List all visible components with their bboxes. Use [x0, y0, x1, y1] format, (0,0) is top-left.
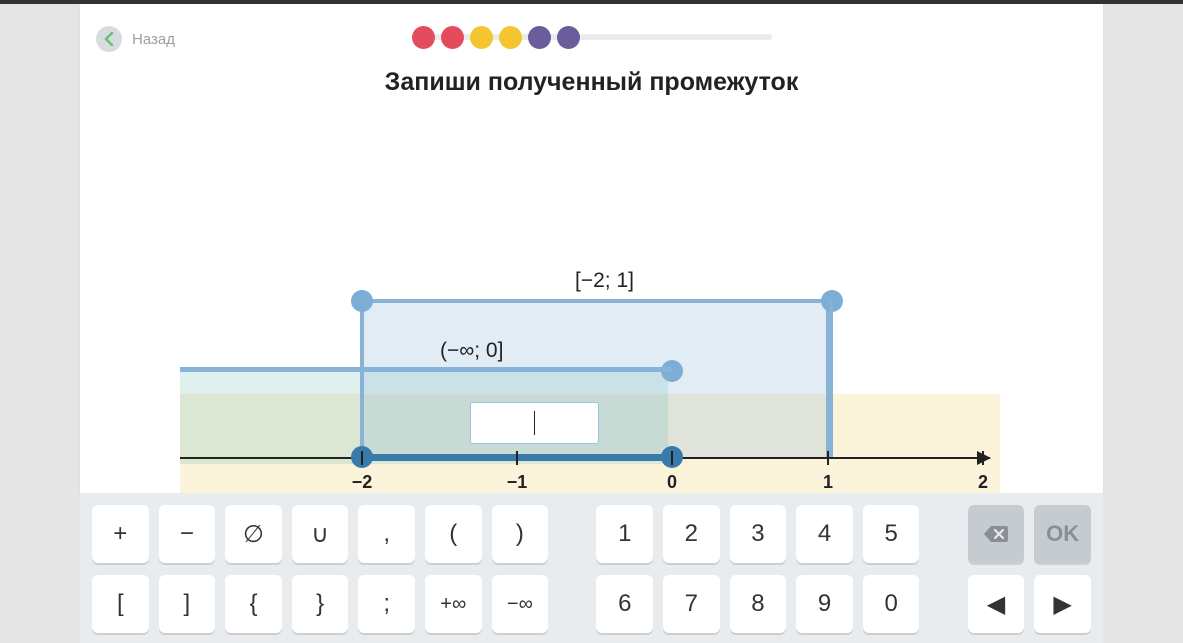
key-semicolon[interactable]: ; [358, 575, 415, 633]
axis-tick [827, 451, 829, 465]
progress-dot [557, 26, 580, 49]
key-minus[interactable]: − [159, 505, 216, 563]
axis-tick [671, 451, 673, 465]
keyboard-row-2: [ ] { } ; +∞ −∞ 6 7 8 9 0 ◀ ▶ [92, 575, 1091, 633]
axis-tick [361, 451, 363, 465]
number-line-diagram: [−2; 1] (−∞; 0] −2 −1 0 1 2 [180, 264, 1000, 494]
progress-dot [528, 26, 551, 49]
tick-label: −1 [507, 472, 528, 493]
answer-input[interactable] [470, 402, 599, 444]
progress-dot [470, 26, 493, 49]
key-plus[interactable]: + [92, 505, 149, 563]
key-lbracket[interactable]: [ [92, 575, 149, 633]
key-1[interactable]: 1 [596, 505, 653, 563]
ray-line [180, 367, 672, 372]
key-backspace[interactable] [968, 505, 1025, 563]
key-8[interactable]: 8 [730, 575, 787, 633]
key-minus-infinity[interactable]: −∞ [492, 575, 549, 633]
key-plus-infinity[interactable]: +∞ [425, 575, 482, 633]
progress-dot [441, 26, 464, 49]
backspace-icon [983, 524, 1009, 544]
key-3[interactable]: 3 [730, 505, 787, 563]
back-icon [96, 26, 122, 52]
key-5[interactable]: 5 [863, 505, 920, 563]
key-empty-set[interactable]: ∅ [225, 505, 282, 563]
key-lparen[interactable]: ( [425, 505, 482, 563]
key-left[interactable]: ◀ [968, 575, 1025, 633]
key-4[interactable]: 4 [796, 505, 853, 563]
tick-label: 1 [823, 472, 833, 493]
key-union[interactable]: ∪ [292, 505, 349, 563]
progress-bar [412, 26, 772, 49]
interval-top-label: [−2; 1] [575, 269, 634, 293]
progress-dots [412, 26, 772, 49]
tick-label: 2 [978, 472, 988, 493]
caret [534, 411, 535, 435]
axis-tick [516, 451, 518, 465]
axis-tick [982, 451, 984, 465]
key-6[interactable]: 6 [596, 575, 653, 633]
math-keyboard: + − ∅ ∪ , ( ) 1 2 3 4 5 OK [ ] { } ; +∞ … [80, 493, 1103, 643]
key-comma[interactable]: , [358, 505, 415, 563]
key-rbracket[interactable]: ] [159, 575, 216, 633]
endpoint [351, 290, 373, 312]
back-button[interactable]: Назад [96, 26, 175, 52]
keyboard-row-1: + − ∅ ∪ , ( ) 1 2 3 4 5 OK [92, 505, 1091, 563]
page-title: Запиши полученный промежуток [80, 68, 1103, 97]
interval-mid-label: (−∞; 0] [440, 339, 503, 363]
key-2[interactable]: 2 [663, 505, 720, 563]
key-right[interactable]: ▶ [1034, 575, 1091, 633]
vline [830, 301, 833, 458]
exercise-card: Назад Запиши полученный промежуток [−2; … [80, 4, 1103, 494]
tick-label: 0 [667, 472, 677, 493]
key-0[interactable]: 0 [863, 575, 920, 633]
key-7[interactable]: 7 [663, 575, 720, 633]
tick-label: −2 [352, 472, 373, 493]
key-rparen[interactable]: ) [492, 505, 549, 563]
key-9[interactable]: 9 [796, 575, 853, 633]
back-label: Назад [132, 31, 175, 48]
progress-dot [499, 26, 522, 49]
progress-dot [412, 26, 435, 49]
key-ok[interactable]: OK [1034, 505, 1091, 563]
key-lbrace[interactable]: { [225, 575, 282, 633]
key-rbrace[interactable]: } [292, 575, 349, 633]
